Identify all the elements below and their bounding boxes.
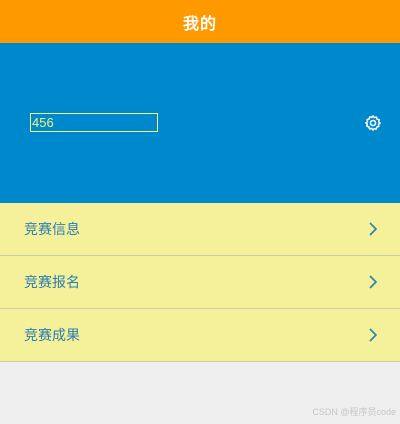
gear-icon [365,115,381,131]
watermark: CSDN @程序员code [312,407,396,417]
page-title: 我的 [182,13,217,33]
menu-item-competition-info[interactable]: 竞赛信息 [0,203,400,256]
menu-item-label: 竞赛报名 [24,275,80,291]
top-header: 我的 [0,0,400,43]
chevron-right-icon [369,275,378,289]
app-screen: 我的 竞赛信息 竞赛报名 竞赛成果 [0,0,400,424]
menu-item-label: 竞赛信息 [24,222,80,238]
name-input[interactable] [30,113,158,132]
settings-button[interactable] [364,114,382,132]
profile-banner [0,43,400,203]
menu-list: 竞赛信息 竞赛报名 竞赛成果 [0,203,400,362]
menu-item-competition-signup[interactable]: 竞赛报名 [0,256,400,309]
chevron-right-icon [369,328,378,342]
menu-item-competition-results[interactable]: 竞赛成果 [0,309,400,362]
chevron-right-icon [369,222,378,236]
menu-item-label: 竞赛成果 [24,328,80,344]
